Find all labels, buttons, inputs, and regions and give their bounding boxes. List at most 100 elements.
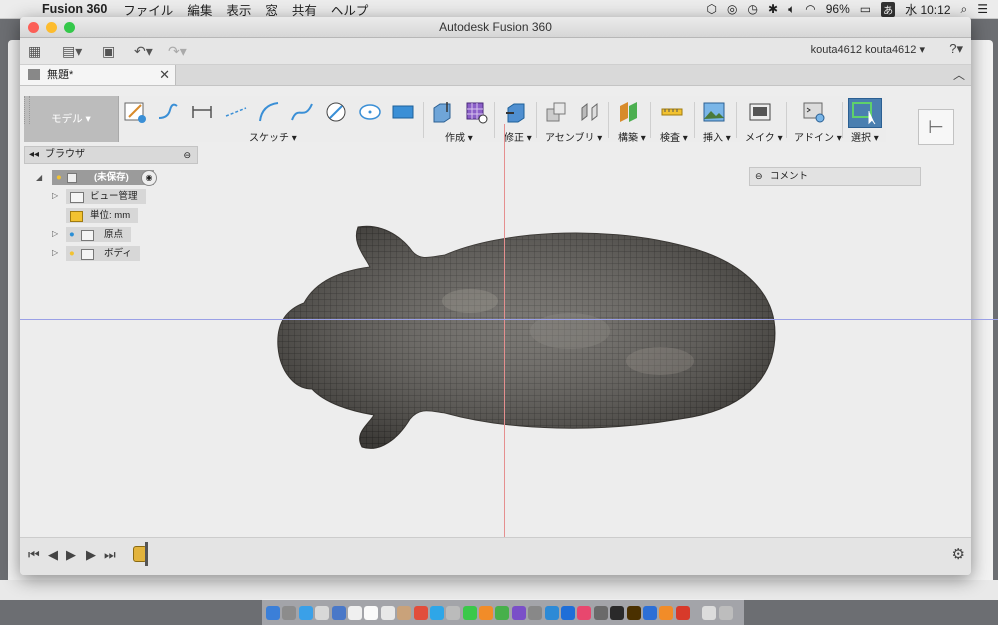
- trash-icon[interactable]: [718, 605, 733, 620]
- settings-icon[interactable]: ⚙: [952, 545, 965, 563]
- timeline-end-icon[interactable]: ⏭: [104, 547, 116, 563]
- group-make[interactable]: メイク ▾: [745, 129, 783, 144]
- illustrator-icon[interactable]: [626, 605, 641, 620]
- joint-icon[interactable]: [578, 100, 602, 124]
- browser-root[interactable]: ● (未保存): [52, 170, 154, 185]
- construction-line-icon[interactable]: [224, 100, 248, 124]
- expand-bodies-icon[interactable]: ▷: [52, 248, 58, 257]
- browser-item-bodies[interactable]: ● ボディ: [66, 246, 140, 261]
- launchpad-icon[interactable]: [282, 605, 297, 620]
- menu-edit[interactable]: 編集: [187, 0, 212, 19]
- select-tool-button[interactable]: [848, 98, 882, 128]
- 3d-print-icon[interactable]: [748, 100, 772, 124]
- itunes-icon[interactable]: [577, 605, 592, 620]
- browser-collapse-icon[interactable]: ◂◂: [29, 147, 39, 163]
- mail-icon[interactable]: [331, 605, 346, 620]
- comment-toggle-icon[interactable]: ⊖: [755, 168, 763, 185]
- redo-icon[interactable]: ↷▾: [168, 42, 187, 60]
- reminders-icon[interactable]: [380, 605, 395, 620]
- group-addins[interactable]: アドイン ▾: [794, 129, 842, 144]
- r-app-icon[interactable]: [675, 605, 690, 620]
- browser-item-origin[interactable]: ● 原点: [66, 227, 132, 242]
- minimize-window-button[interactable]: [46, 22, 57, 33]
- books-icon[interactable]: [479, 605, 494, 620]
- messages-icon[interactable]: [462, 605, 477, 620]
- undo-icon[interactable]: ↶▾: [134, 42, 153, 60]
- collapse-toolbar-icon[interactable]: ︿: [953, 66, 965, 83]
- press-pull-icon[interactable]: [504, 100, 528, 124]
- input-mode[interactable]: あ: [881, 1, 896, 17]
- group-sketch[interactable]: スケッチ ▾: [249, 129, 297, 144]
- app-name[interactable]: Fusion 360: [42, 2, 107, 16]
- activate-radio-icon[interactable]: ◉: [141, 170, 157, 186]
- group-select[interactable]: 選択 ▾: [851, 129, 879, 144]
- offset-plane-icon[interactable]: [617, 100, 641, 124]
- browser-pin-icon[interactable]: ⊖: [183, 147, 191, 163]
- app-store-icon[interactable]: [561, 605, 576, 620]
- timeline-play-icon[interactable]: ▶: [86, 547, 96, 563]
- close-icon[interactable]: ✕: [159, 65, 170, 85]
- finder-icon[interactable]: [266, 605, 280, 620]
- contacts-icon[interactable]: [315, 605, 330, 620]
- menu-help[interactable]: ヘルプ: [331, 0, 369, 19]
- utility-icon[interactable]: [593, 605, 608, 620]
- battery-icon[interactable]: ▭: [860, 2, 871, 16]
- group-inspect[interactable]: 検査 ▾: [660, 129, 688, 144]
- save-icon[interactable]: ▣: [102, 42, 115, 60]
- terminal-icon[interactable]: [610, 605, 625, 620]
- expand-root-icon[interactable]: ◢: [36, 173, 42, 182]
- grid-icon[interactable]: ▦: [28, 42, 41, 60]
- new-component-icon[interactable]: [544, 100, 568, 124]
- comment-panel[interactable]: ⊖ コメント: [749, 167, 921, 186]
- time-machine-icon[interactable]: ◷: [748, 2, 758, 16]
- group-modify[interactable]: 修正 ▾: [504, 129, 532, 144]
- user-menu[interactable]: kouta4612 kouta4612 ▾: [811, 43, 925, 56]
- timeline-marker[interactable]: [145, 542, 148, 566]
- tab-document[interactable]: 無題* ✕: [20, 65, 176, 85]
- arc-tool-icon[interactable]: [257, 100, 281, 124]
- dimension-tool-icon[interactable]: [190, 100, 214, 124]
- timeline-prev-icon[interactable]: ◀: [48, 547, 58, 563]
- bluetooth-icon[interactable]: ✱: [768, 2, 778, 16]
- menu-window[interactable]: 窓: [265, 0, 278, 19]
- lightbulb-icon[interactable]: ●: [69, 246, 75, 261]
- group-assemble[interactable]: アセンブリ ▾: [545, 129, 602, 144]
- cc-icon[interactable]: ◎: [727, 2, 737, 16]
- menu-file[interactable]: ファイル: [123, 0, 173, 19]
- chrome-icon[interactable]: [413, 605, 428, 620]
- clock[interactable]: 水 10:12: [905, 1, 950, 18]
- dropbox-icon[interactable]: ⬡: [707, 2, 717, 16]
- lightbulb-icon[interactable]: ●: [56, 170, 62, 185]
- menu-share[interactable]: 共有: [292, 0, 317, 19]
- help-icon[interactable]: ?▾: [949, 41, 963, 57]
- group-construct[interactable]: 構築 ▾: [618, 129, 646, 144]
- volume-icon[interactable]: 🔈︎: [788, 2, 795, 17]
- workspace-selector[interactable]: モデル ▾: [24, 96, 119, 142]
- timeline-start-icon[interactable]: ⏮: [28, 547, 40, 563]
- browser-item-units[interactable]: 単位: mm: [66, 208, 139, 223]
- close-window-button[interactable]: [28, 22, 39, 33]
- line-icon[interactable]: [495, 605, 510, 620]
- browser-panel-header[interactable]: ◂◂ ブラウザ ⊖: [24, 146, 198, 164]
- extrude-icon[interactable]: [430, 100, 454, 124]
- timeline-step-icon[interactable]: ▶︎: [66, 547, 76, 563]
- group-create[interactable]: 作成 ▾: [445, 129, 473, 144]
- photos-icon[interactable]: [397, 605, 412, 620]
- ellipse-tool-icon[interactable]: [358, 100, 382, 124]
- spline-tool-icon[interactable]: [290, 100, 314, 124]
- help-app-icon[interactable]: [446, 605, 461, 620]
- app-icon[interactable]: [642, 605, 657, 620]
- measure-icon[interactable]: [660, 100, 684, 124]
- notes-icon[interactable]: [364, 605, 379, 620]
- menu-view[interactable]: 表示: [226, 0, 251, 19]
- fusion-app-icon[interactable]: [659, 605, 674, 620]
- calendar-icon[interactable]: [347, 605, 362, 620]
- system-icon[interactable]: [528, 605, 543, 620]
- rectangle-tool-icon[interactable]: [391, 100, 415, 124]
- mesh-body-model[interactable]: [270, 221, 780, 456]
- viewport-canvas[interactable]: モデル ▾ スケッチ ▾ 作成 ▾ 修正 ▾ アセンブリ ▾ 構築 ▾ 検査 ▾…: [20, 86, 971, 537]
- browser-app-icon[interactable]: [544, 605, 559, 620]
- browser-item-view[interactable]: ビュー管理: [66, 189, 146, 204]
- file-icon[interactable]: ▤▾: [62, 42, 82, 60]
- safari-icon[interactable]: [298, 605, 313, 620]
